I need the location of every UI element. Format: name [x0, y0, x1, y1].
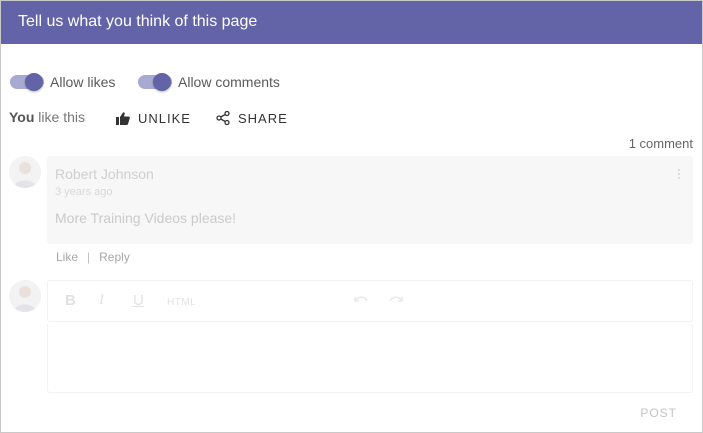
bold-button[interactable]: B [65, 292, 76, 309]
current-user-avatar [9, 280, 41, 312]
user-avatar-icon [9, 280, 41, 312]
allow-comments-switch[interactable] [138, 72, 172, 92]
panel-title: Tell us what you think of this page [18, 13, 258, 30]
share-label: SHARE [238, 110, 288, 126]
html-button[interactable]: HTML [167, 297, 196, 308]
comment-actions: Like | Reply [56, 250, 130, 264]
like-status: You like this [9, 109, 85, 125]
user-avatar-icon [9, 156, 41, 188]
comment-reply-link[interactable]: Reply [99, 250, 130, 264]
thumbs-up-icon [116, 111, 130, 125]
post-button[interactable]: POST [640, 406, 677, 420]
comment-editor: B I U HTML [47, 280, 693, 393]
allow-comments-label: Allow comments [178, 74, 280, 90]
undo-icon[interactable] [353, 295, 369, 305]
divider: | [87, 250, 91, 264]
allow-likes-toggle[interactable]: Allow likes [10, 72, 115, 92]
underline-button[interactable]: U [133, 292, 144, 309]
avatar [9, 156, 41, 188]
panel-header: Tell us what you think of this page [1, 1, 702, 44]
italic-button[interactable]: I [99, 292, 104, 309]
comment-like-link[interactable]: Like [56, 250, 78, 264]
comment-count: 1 comment [628, 136, 693, 151]
comment-text: More Training Videos please! [55, 210, 237, 226]
comment-item: Robert Johnson 3 years ago More Training… [47, 156, 693, 244]
unlike-button[interactable]: UNLIKE [116, 108, 191, 128]
unlike-label: UNLIKE [138, 110, 191, 126]
switch-knob[interactable] [153, 73, 171, 91]
more-vertical-icon[interactable] [677, 168, 681, 180]
allow-likes-switch[interactable] [10, 72, 44, 92]
share-icon [216, 111, 230, 125]
comment-textarea[interactable] [47, 324, 693, 393]
redo-icon[interactable] [388, 295, 404, 305]
switch-knob[interactable] [25, 73, 43, 91]
allow-likes-label: Allow likes [50, 74, 116, 90]
like-status-text: like this [38, 109, 85, 125]
comment-author[interactable]: Robert Johnson [55, 166, 154, 182]
feedback-panel: Tell us what you think of this page Allo… [0, 0, 703, 433]
editor-toolbar: B I U HTML [47, 280, 693, 322]
comment-timestamp: 3 years ago [55, 186, 113, 198]
share-button[interactable]: SHARE [216, 108, 288, 128]
allow-comments-toggle[interactable]: Allow comments [138, 72, 280, 92]
like-status-you: You [9, 109, 35, 125]
